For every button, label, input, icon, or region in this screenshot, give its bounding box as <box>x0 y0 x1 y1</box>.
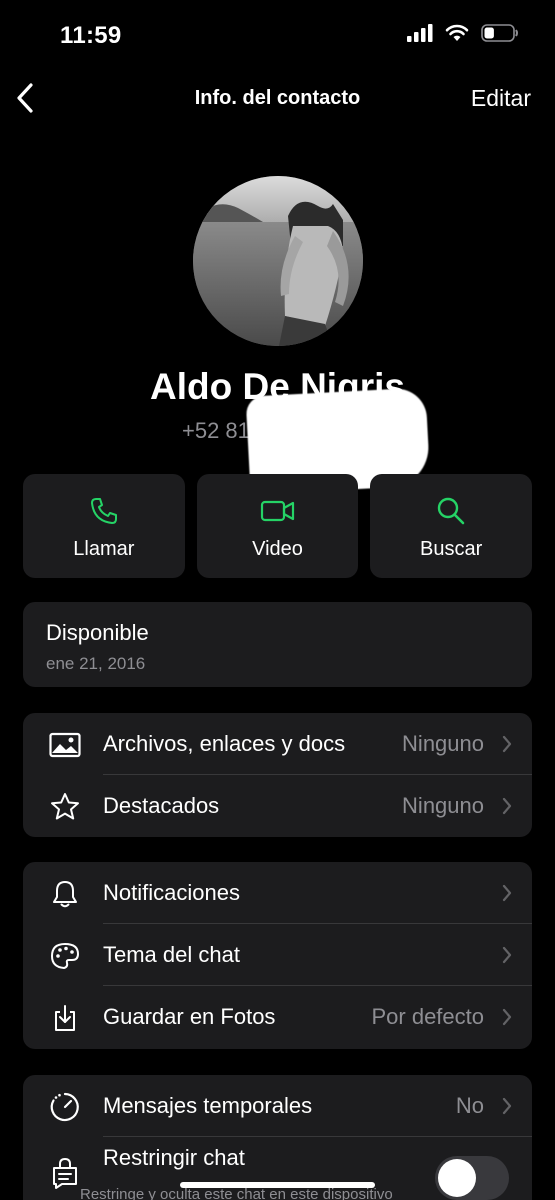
restrict-chat-toggle[interactable] <box>435 1156 509 1200</box>
chevron-right-icon <box>502 797 512 815</box>
row-label: Mensajes temporales <box>103 1093 313 1118</box>
chevron-right-icon <box>502 1008 512 1026</box>
nav-bar: Info. del contacto Editar <box>0 70 555 126</box>
row-label: Tema del chat <box>103 942 240 967</box>
chevron-right-icon <box>502 946 512 964</box>
chat-theme-row[interactable]: Tema del chat <box>23 924 532 986</box>
search-icon <box>437 497 465 525</box>
about-card[interactable]: Disponible ene 21, 2016 <box>23 602 532 687</box>
starred-row[interactable]: Destacados Ninguno <box>23 775 532 837</box>
media-links-docs-row[interactable]: Archivos, enlaces y docs Ninguno <box>23 713 532 775</box>
row-value: No <box>455 1093 484 1118</box>
wifi-icon <box>445 24 469 41</box>
download-icon <box>49 1002 81 1034</box>
chevron-right-icon <box>502 735 512 753</box>
row-label: Guardar en Fotos <box>103 1004 276 1029</box>
search-button[interactable]: Buscar <box>370 474 533 578</box>
disappearing-messages-row[interactable]: Mensajes temporales No <box>23 1075 532 1137</box>
contact-phone[interactable]: +52 81 <box>182 418 250 444</box>
row-label: Destacados <box>103 793 220 818</box>
row-value: Ninguno <box>402 793 484 818</box>
restrict-chat-subtitle: Restringe y oculta este chat en este dis… <box>80 1186 393 1200</box>
chevron-right-icon <box>502 884 512 902</box>
lock-chat-icon <box>49 1157 81 1189</box>
image-icon <box>49 729 81 761</box>
save-to-photos-row[interactable]: Guardar en Fotos Por defecto <box>23 986 532 1048</box>
phone-icon <box>90 498 117 524</box>
toggle-knob <box>438 1159 476 1197</box>
battery-icon <box>481 24 518 42</box>
contact-avatar[interactable] <box>193 176 363 346</box>
avatar-photo <box>193 176 363 346</box>
row-label: Notificaciones <box>103 880 240 905</box>
cellular-signal-icon <box>407 24 433 42</box>
action-buttons: Llamar Video Buscar <box>23 474 533 578</box>
status-icons <box>407 24 519 42</box>
row-label: Archivos, enlaces y docs <box>103 731 346 756</box>
bell-icon <box>49 878 81 910</box>
video-button[interactable]: Video <box>196 474 359 578</box>
chevron-right-icon <box>502 1097 512 1115</box>
status-time: 11:59 <box>60 22 122 49</box>
status-bar: 11:59 <box>0 0 555 70</box>
row-label: Restringir chat <box>103 1145 245 1170</box>
row-value: Por defecto <box>371 1004 484 1029</box>
search-label: Buscar <box>420 538 483 560</box>
notifications-row[interactable]: Notificaciones <box>23 862 532 924</box>
call-label: Llamar <box>73 538 135 560</box>
video-label: Video <box>252 538 303 560</box>
edit-button[interactable]: Editar <box>471 85 531 112</box>
home-indicator[interactable] <box>180 1182 375 1188</box>
palette-icon <box>49 940 81 972</box>
media-card: Archivos, enlaces y docs Ninguno Destaca… <box>23 713 532 837</box>
row-value: Ninguno <box>402 731 484 756</box>
about-status: Disponible <box>46 620 149 645</box>
call-button[interactable]: Llamar <box>23 474 185 578</box>
timer-icon <box>49 1091 81 1123</box>
settings-card: Notificaciones Tema del chat Guardar en … <box>23 862 532 1049</box>
video-icon <box>260 500 294 522</box>
star-icon <box>49 791 81 823</box>
about-date: ene 21, 2016 <box>46 654 146 673</box>
